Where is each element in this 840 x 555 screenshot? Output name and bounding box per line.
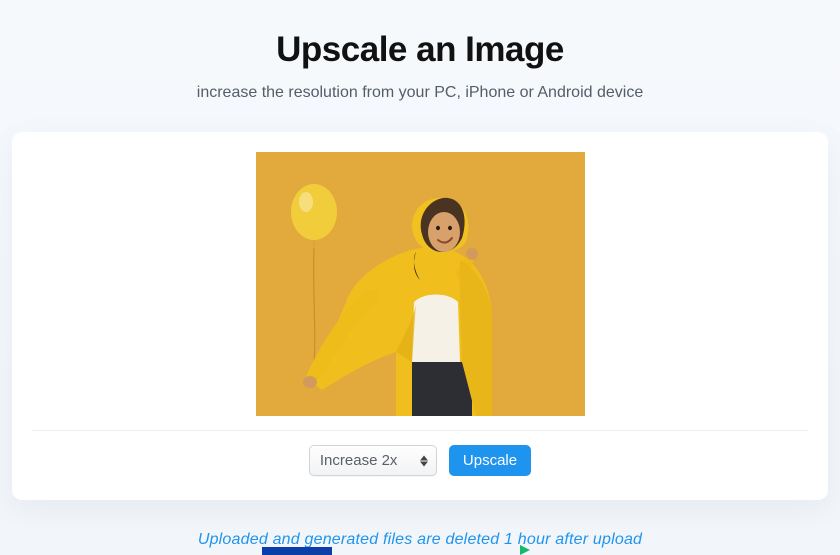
- upscale-button[interactable]: Upscale: [449, 445, 531, 476]
- scale-select[interactable]: Increase 2xIncrease 4xIncrease 8x: [309, 445, 437, 476]
- page-title: Upscale an Image: [0, 30, 840, 70]
- retention-note: Uploaded and generated files are deleted…: [0, 531, 840, 549]
- page-subtitle: increase the resolution from your PC, iP…: [0, 84, 840, 102]
- ad-play-icon: [520, 545, 530, 555]
- upscale-card: Increase 2xIncrease 4xIncrease 8x Upscal…: [12, 132, 828, 500]
- image-preview[interactable]: [256, 152, 585, 416]
- ad-banner-stub: [262, 547, 332, 555]
